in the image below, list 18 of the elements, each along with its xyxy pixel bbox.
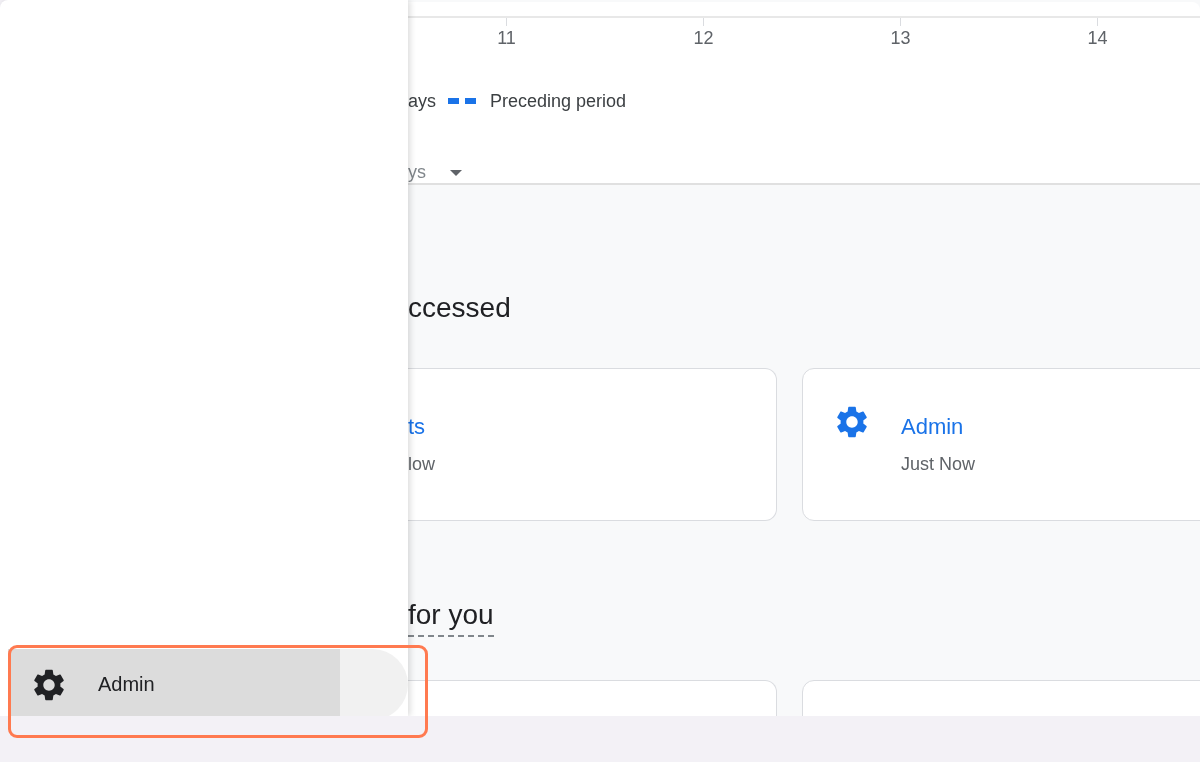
axis-label: 11	[497, 28, 516, 49]
shortcut-card[interactable]: ts low	[408, 368, 777, 521]
caret-icon	[450, 169, 462, 176]
section-heading: for you	[408, 595, 494, 637]
axis-label: 13	[890, 28, 911, 49]
card-subtitle: low	[408, 454, 435, 475]
section-heading: ccessed	[408, 291, 511, 325]
legend-label: Preceding period	[490, 90, 627, 112]
card-title-link[interactable]: Admin	[901, 414, 976, 440]
card-title-link[interactable]: ts	[408, 414, 435, 440]
card-subtitle: Just Now	[901, 454, 976, 475]
dashed-line-icon	[448, 98, 478, 104]
axis-label: 14	[1087, 28, 1108, 49]
shortcut-card[interactable]: Admin Just Now	[802, 368, 1200, 521]
nav-item[interactable]: Admin	[8, 649, 408, 716]
legend-label: ays	[408, 90, 436, 112]
range-dropdown[interactable]: ys	[408, 162, 1200, 183]
axis-label: 12	[693, 28, 714, 49]
